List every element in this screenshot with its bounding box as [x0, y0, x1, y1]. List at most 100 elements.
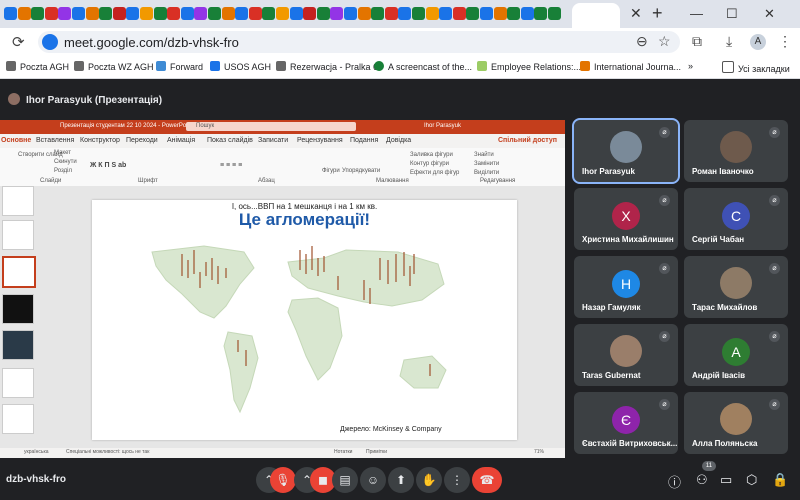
pp-find-button[interactable]: Знайти	[474, 152, 494, 158]
people-icon[interactable]: ⚇	[696, 472, 708, 488]
bookmark-star-icon[interactable]: ☆	[658, 33, 671, 50]
tab-favicon-icon[interactable]	[58, 7, 72, 20]
tab-favicon-icon[interactable]	[493, 7, 507, 20]
host-controls-icon[interactable]: 🔒	[772, 472, 788, 488]
tab-favicon-icon[interactable]	[425, 7, 439, 20]
pp-font-format-icons[interactable]: Ж К П S ab	[90, 162, 126, 169]
tab-favicon-icon[interactable]	[44, 7, 58, 20]
tab-favicon-icon[interactable]	[548, 7, 561, 20]
extensions-icon[interactable]: ⧉	[692, 33, 702, 50]
tab-favicon-icon[interactable]	[316, 7, 330, 20]
emoji-button[interactable]: ☺	[360, 467, 386, 493]
tab-favicon-icon[interactable]	[99, 7, 113, 20]
tab-favicon-icon[interactable]	[180, 7, 194, 20]
pp-tab-transitions[interactable]: Переходи	[126, 137, 158, 144]
participant-tile[interactable]: ⌀ Роман Іваночко	[684, 120, 788, 182]
bookmark-international-journal[interactable]: International Journa...	[580, 61, 681, 72]
pp-tab-design[interactable]: Конструктор	[80, 137, 120, 144]
pp-tab-animation[interactable]: Анімація	[167, 137, 195, 144]
tab-favicon-icon[interactable]	[4, 7, 17, 20]
mic-off-button[interactable]: 🎙	[270, 467, 296, 493]
slide-thumbnail[interactable]	[2, 294, 34, 324]
tab-favicon-icon[interactable]	[248, 7, 262, 20]
tab-favicon-icon[interactable]	[126, 7, 140, 20]
tab-favicon-icon[interactable]	[520, 7, 534, 20]
participant-tile[interactable]: ⌀ Taras Gubernat	[574, 324, 678, 386]
tab-favicon-icon[interactable]	[72, 7, 85, 20]
pp-tab-slideshow[interactable]: Показ слайдів	[207, 137, 253, 144]
slide-thumbnail[interactable]	[2, 404, 34, 434]
tab-favicon-icon[interactable]	[480, 7, 493, 20]
tab-favicon-icon[interactable]	[262, 7, 276, 20]
participant-tile[interactable]: А ⌀ Андрій Івасів	[684, 324, 788, 386]
tab-favicon-icon[interactable]	[357, 7, 371, 20]
download-icon[interactable]: ⤓	[726, 33, 732, 50]
pp-reset-button[interactable]: Скинути	[54, 159, 77, 165]
pp-tab-view[interactable]: Подання	[350, 137, 378, 144]
participant-tile[interactable]: Є ⌀ Євстахій Витриховськ...	[574, 392, 678, 454]
tab-favicon-icon[interactable]	[466, 7, 480, 20]
pp-tab-home[interactable]: Основне	[1, 137, 31, 144]
slide-thumbnail[interactable]	[2, 368, 34, 398]
bookmark-screencast[interactable]: A screencast of the...	[374, 61, 472, 72]
chat-icon[interactable]: ▭	[720, 472, 732, 488]
tab-favicon-icon[interactable]	[534, 7, 548, 20]
tab-favicon-icon[interactable]	[344, 7, 357, 20]
tab-favicon-icon[interactable]	[507, 7, 521, 20]
pp-status-comments[interactable]: Примітки	[366, 449, 387, 455]
tab-favicon-icon[interactable]	[439, 7, 453, 20]
omnibox[interactable]: meet.google.com/dzb-vhsk-fro ⊖ ☆	[38, 31, 680, 53]
participant-tile[interactable]: ⌀ Алла Поляньска	[684, 392, 788, 454]
participant-tile[interactable]: Х ⌀ Христина Михайлишин	[574, 188, 678, 250]
participant-tile[interactable]: ⌀ Ihor Parasyuk	[572, 118, 680, 184]
window-close-icon[interactable]: ✕	[764, 6, 775, 22]
raise-hand-button[interactable]: ✋	[416, 467, 442, 493]
tab-favicon-icon[interactable]	[221, 7, 235, 20]
site-info-icon[interactable]	[42, 34, 58, 50]
pp-tab-insert[interactable]: Вставлення	[36, 137, 74, 144]
tab-favicon-icon[interactable]	[330, 7, 344, 20]
browser-tab-strip[interactable]: ✕ + — ☐ ✕	[0, 0, 800, 28]
tab-favicon-icon[interactable]	[452, 7, 466, 20]
bookmark-rezerwacja[interactable]: Rezerwacja - Pralka 6	[276, 61, 378, 72]
url-text[interactable]: meet.google.com/dzb-vhsk-fro	[64, 35, 239, 50]
close-tab-icon[interactable]: ✕	[630, 5, 642, 22]
pp-share-button[interactable]: Спільний доступ	[498, 137, 557, 144]
pp-thumbnail-pane[interactable]	[0, 186, 38, 448]
pp-layout-button[interactable]: Макет	[54, 150, 71, 156]
participant-tile[interactable]: С ⌀ Сергій Чабан	[684, 188, 788, 250]
tab-favicon-icon[interactable]	[17, 7, 31, 20]
pp-status-zoom[interactable]: 71%	[534, 449, 544, 455]
present-button[interactable]: ⬆	[388, 467, 414, 493]
menu-kebab-icon[interactable]: ⋮	[778, 33, 792, 50]
participant-tile[interactable]: ⌀ Тарас Михайлов	[684, 256, 788, 318]
tab-favicon-icon[interactable]	[276, 7, 289, 20]
reload-icon[interactable]: ⟳	[12, 33, 25, 51]
tab-favicon-icon[interactable]	[153, 7, 167, 20]
tab-favicon-icon[interactable]	[31, 7, 45, 20]
zoom-icon[interactable]: ⊖	[636, 33, 648, 50]
participant-tile[interactable]: Н ⌀ Назар Гамуляк	[574, 256, 678, 318]
current-slide[interactable]: І, ось...ВВП на 1 мешканця і на 1 км кв.…	[92, 200, 517, 440]
tab-favicon-icon[interactable]	[384, 7, 398, 20]
minimize-icon[interactable]: —	[690, 6, 703, 21]
pp-arrange-button[interactable]: Упорядкувати	[342, 168, 380, 174]
pp-tab-review[interactable]: Рецензування	[297, 137, 343, 144]
pp-status-accessibility[interactable]: Спеціальні можливості: щось не так	[66, 449, 149, 455]
captions-button[interactable]: ▤	[332, 467, 358, 493]
profile-avatar[interactable]: A	[750, 34, 766, 50]
pp-status-notes[interactable]: Нотатки	[334, 449, 352, 455]
bookmark-poczta-agh[interactable]: Poczta AGH	[6, 61, 69, 72]
pp-tab-record[interactable]: Записати	[258, 137, 288, 144]
tab-favicon-icon[interactable]	[412, 7, 425, 20]
pp-outline-button[interactable]: Контур фігури	[410, 161, 449, 167]
activities-icon[interactable]: ⬡	[746, 472, 757, 488]
all-bookmarks[interactable]: Усі закладки	[722, 61, 790, 74]
tab-favicon-icon[interactable]	[85, 7, 99, 20]
active-tab[interactable]	[572, 3, 620, 28]
tab-favicon-icon[interactable]	[112, 7, 126, 20]
pp-search-box[interactable]: Пошук	[186, 122, 356, 131]
new-tab-icon[interactable]: +	[652, 3, 663, 24]
slide-thumbnail[interactable]	[2, 186, 34, 216]
tab-favicon-icon[interactable]	[140, 7, 153, 20]
